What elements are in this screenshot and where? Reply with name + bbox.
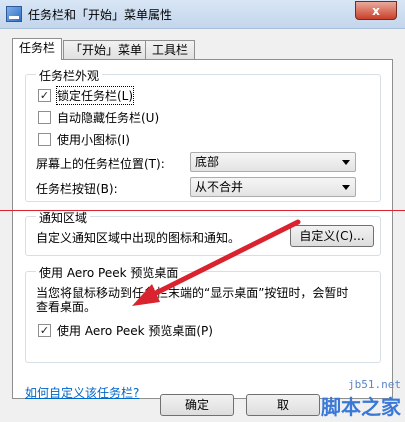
watermark-name: 脚本之家 [321, 395, 401, 419]
annotation-arrow-icon [132, 219, 301, 306]
tab-taskbar[interactable]: 任务栏 [12, 38, 63, 60]
watermark: jb51.net 脚本之家 [321, 378, 401, 420]
watermark-url: jb51.net [348, 378, 401, 391]
